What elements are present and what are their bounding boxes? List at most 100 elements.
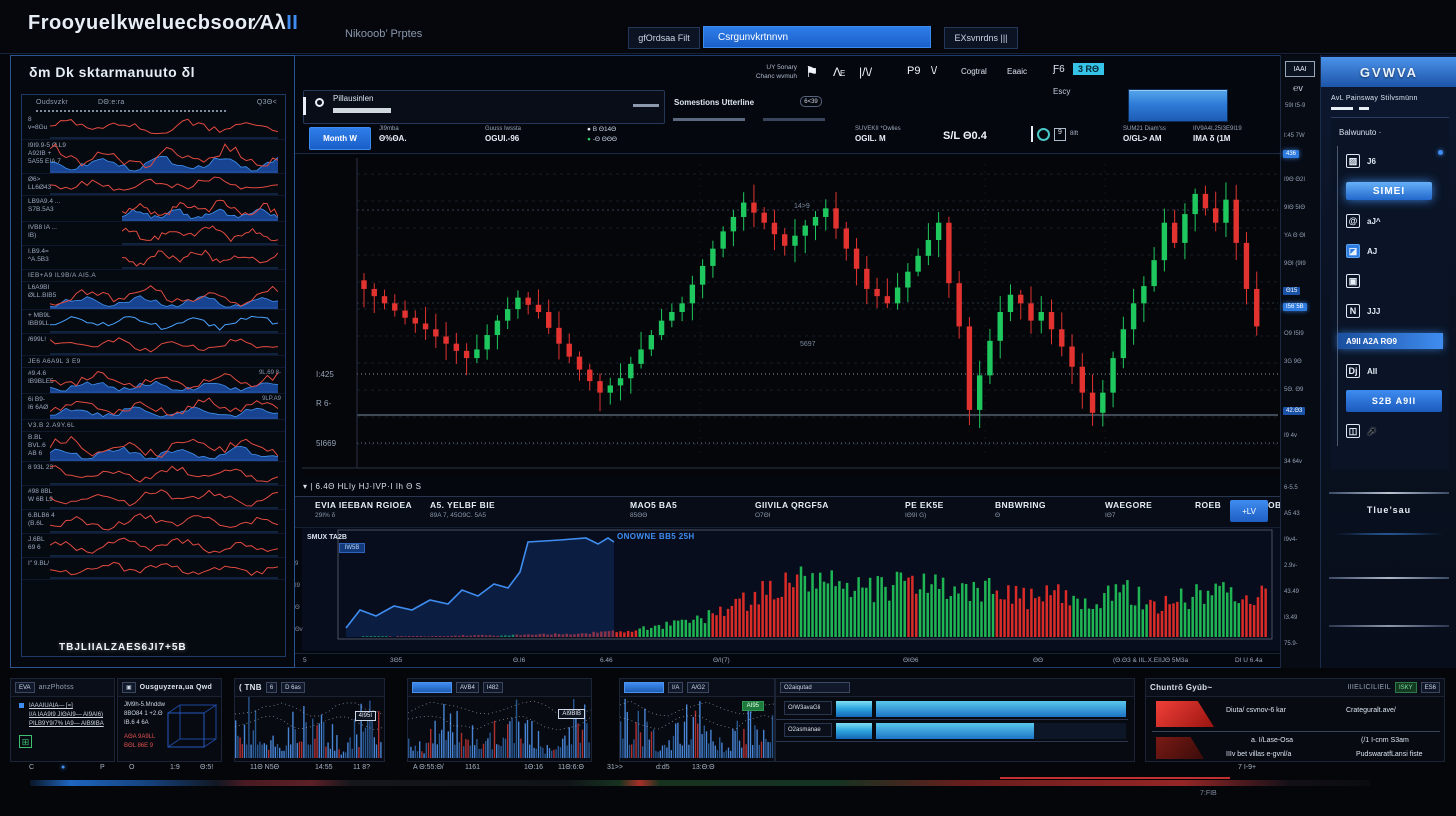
watchlist-row[interactable]: I" 9.BL/ xyxy=(22,558,285,580)
volume-scale-label: 9 xyxy=(295,561,298,567)
bullet xyxy=(19,703,24,708)
red-progress-line xyxy=(1000,777,1230,779)
cyan-badge[interactable]: 3 RΘ xyxy=(1073,63,1104,75)
volume-blue-label: ONOWNE BB5 25H xyxy=(617,532,695,541)
footer-note: 7:FIB xyxy=(1200,790,1217,797)
cogtral-label[interactable]: Cogtral xyxy=(961,67,987,76)
watchlist-title: δm Dk sktarmanuuto δl xyxy=(29,64,195,80)
watchlist-row-labels: LB9A9.4 ...S7B.5A3 xyxy=(28,198,128,214)
news-head: anzPhotss xyxy=(39,684,74,691)
sidebar-item[interactable]: A9II A2A RΘ9 xyxy=(1346,326,1443,356)
timeframe-button[interactable]: Month W xyxy=(309,127,371,150)
watchlist-row[interactable]: 8 93L 23 xyxy=(22,462,285,486)
details-red-line: BΘL 86E 9 xyxy=(124,742,153,750)
axis-corner-text: 59I t5-9 xyxy=(1285,103,1305,109)
sidebar-item[interactable]: SIMEI xyxy=(1346,176,1443,206)
axis-corner-button[interactable]: IAAI xyxy=(1285,61,1315,77)
volume-scale-label: I9 xyxy=(295,583,300,589)
status-label: 31>> xyxy=(607,764,623,771)
watchlist-row[interactable]: #98 8BLW 6B L9 xyxy=(22,486,285,510)
zigzag-icon[interactable]: |/\/ xyxy=(859,65,872,79)
mini-chip: I/A xyxy=(668,682,683,693)
app-title-accent: II xyxy=(286,12,298,34)
chart-main-panel: UY 5onaryChanc wvmuh ⚑ ΛE |/\/ P9 \/ Cog… xyxy=(295,55,1320,668)
ohlc-readout: ▾ | 6.4Θ HLIy HJ·IVP·I Ih Θ S xyxy=(303,482,421,491)
bottom-panels-row: EVAanzPhotss IAAAIUAIA— [=]I/A IAA9I9 JI… xyxy=(0,668,1456,816)
watchlist-section-label: V3.B 2.A9Y.6L xyxy=(22,420,285,432)
watchlist-row[interactable]: LB9A9.4 ...S7B.5A3 xyxy=(22,196,285,222)
watchlist-row[interactable]: /699L! xyxy=(22,334,285,356)
indicator-add-button[interactable]: +LV xyxy=(1230,500,1268,522)
price-axis-label: 9IΘ 5IΘ xyxy=(1284,205,1305,211)
flag-icon[interactable]: ⚑ xyxy=(805,63,818,81)
watchlist-row[interactable]: J.6BL69 6 xyxy=(22,534,285,558)
price-axis-label: 75.9- xyxy=(1284,641,1298,647)
sidebar-item[interactable]: ▨J6 xyxy=(1346,146,1443,176)
mini-chip xyxy=(624,682,664,693)
status-label: 11Θ N5Θ xyxy=(250,764,279,771)
news-chip: EVA xyxy=(15,682,35,693)
info-text-3: a. I/Lase-Osa xyxy=(1251,737,1293,744)
info-text-6: PudswaratfLansi fiste xyxy=(1356,751,1423,758)
status-label: 14:55 xyxy=(315,764,333,771)
peaks-icon[interactable]: ΛE xyxy=(833,65,844,79)
sidebar-underline xyxy=(1331,107,1353,110)
watchlist-row[interactable]: IVB8 IA ...IB) xyxy=(22,222,285,246)
eaaic-label[interactable]: Eaaic xyxy=(1007,67,1027,76)
indicator-column: GIIVILA QRGF5AO7ΘI xyxy=(755,500,829,519)
sidebar-item[interactable]: S2B A9II xyxy=(1346,386,1443,416)
watchlist-row[interactable]: #9.4.6IB9BLE59L.69 8- xyxy=(22,368,285,394)
watchlist-row[interactable]: L6A9BIØLL.BIB5 xyxy=(22,282,285,310)
blue-highlight-box[interactable] xyxy=(1128,89,1228,122)
info-text-5: IIIv bet villas e-gvnl/a xyxy=(1226,751,1291,758)
app-subtitle: Nikooob’ Prptes xyxy=(345,28,422,40)
volume-scale-label: Θv xyxy=(295,627,303,633)
toolbar-cell: Guuss IwsstaOGUI.-96 xyxy=(485,126,521,143)
sidebar-item[interactable]: ◪AJ xyxy=(1346,236,1443,266)
watchlist-row[interactable]: 6i B9-I6 6AØ9LP.A9 xyxy=(22,394,285,420)
info-panel-header: Chuntrō Gyúb~IIIELICILIEILISKYES6 xyxy=(1146,679,1444,697)
check-icon[interactable]: \/ xyxy=(931,65,937,77)
watchlist-row[interactable]: Ø6>LL6Ø43 xyxy=(22,174,285,196)
sidebar-item[interactable]: NJJJ xyxy=(1346,296,1443,326)
mini-chip: I482 xyxy=(483,682,503,693)
watchlist-row[interactable]: I9I9.9-5 Ø.L9A92IB +5A55 EIA.7 xyxy=(22,140,285,174)
right-sidebar: GVWVA AvL Painsway Stilvsmünn Balwunuto … xyxy=(1320,55,1456,688)
sidebar-item-icon: ◫ xyxy=(1346,424,1360,438)
details-chip: ▣ xyxy=(122,682,136,693)
news-panel: EVAanzPhotss IAAAIUAIA— [=]I/A IAA9I9 JI… xyxy=(10,678,115,762)
watchlist-row[interactable]: 8v=8Gu xyxy=(22,114,285,140)
volume-scale-label: Θ xyxy=(295,605,300,611)
pencil-icon[interactable]: P9 xyxy=(907,65,920,77)
status-label: 1161 xyxy=(465,764,480,771)
details-line: JM9h-5.Mnddw xyxy=(124,701,165,709)
candlestick-chart[interactable]: Ι:425R 6-5I66914>95697 xyxy=(302,156,1280,476)
escy-label: Escy xyxy=(1053,87,1070,96)
watchlist-column: Q3Θ< xyxy=(257,99,277,106)
news-panel-header: EVA anzPhotss xyxy=(11,679,114,697)
time-axis-label: Θ.I6 xyxy=(513,657,525,664)
header-button-orders[interactable]: gfOrdsaa Filt xyxy=(628,27,700,49)
volume-pane[interactable] xyxy=(302,528,1280,651)
watchlist-row[interactable]: B.BLBVL.6AB 6 xyxy=(22,432,285,462)
info-chip-1: IIIELICILIEIL xyxy=(1347,684,1391,691)
news-line: IAAAIUAIA— [=] xyxy=(29,702,73,710)
price-axis-label: 436 xyxy=(1283,150,1299,158)
header-button-extended[interactable]: EXsvnrdns ||| xyxy=(944,27,1018,49)
price-axis-label: I56´5B xyxy=(1283,303,1307,311)
watchlist-row[interactable]: 6.BLB6 4(B.6L xyxy=(22,510,285,534)
progress-row-label: O/W3avaGli xyxy=(784,701,832,715)
header-button-primary[interactable]: Csrgunvkrtnnvn xyxy=(703,26,931,48)
sessions-pill[interactable]: 6<39 xyxy=(800,96,822,107)
time-axis-label: 6.46 xyxy=(600,657,613,664)
sidebar-item[interactable]: @aJ^ xyxy=(1346,206,1443,236)
sidebar-footer-label: Tlue’sau xyxy=(1321,505,1456,515)
watchlist-row[interactable]: I.B9.4=^A.5B3 xyxy=(22,246,285,270)
watchlist-row[interactable]: + MB9LIBB9LL xyxy=(22,310,285,334)
volume-chip: IW5B xyxy=(339,543,365,553)
sidebar-item[interactable]: DjAII xyxy=(1346,356,1443,386)
price-axis-label: Θ15 xyxy=(1283,287,1300,295)
sidebar-item-icon: ▨ xyxy=(1346,154,1360,168)
sidebar-item[interactable]: ◫➚ xyxy=(1346,416,1443,446)
sidebar-item[interactable]: ▣ xyxy=(1346,266,1443,296)
